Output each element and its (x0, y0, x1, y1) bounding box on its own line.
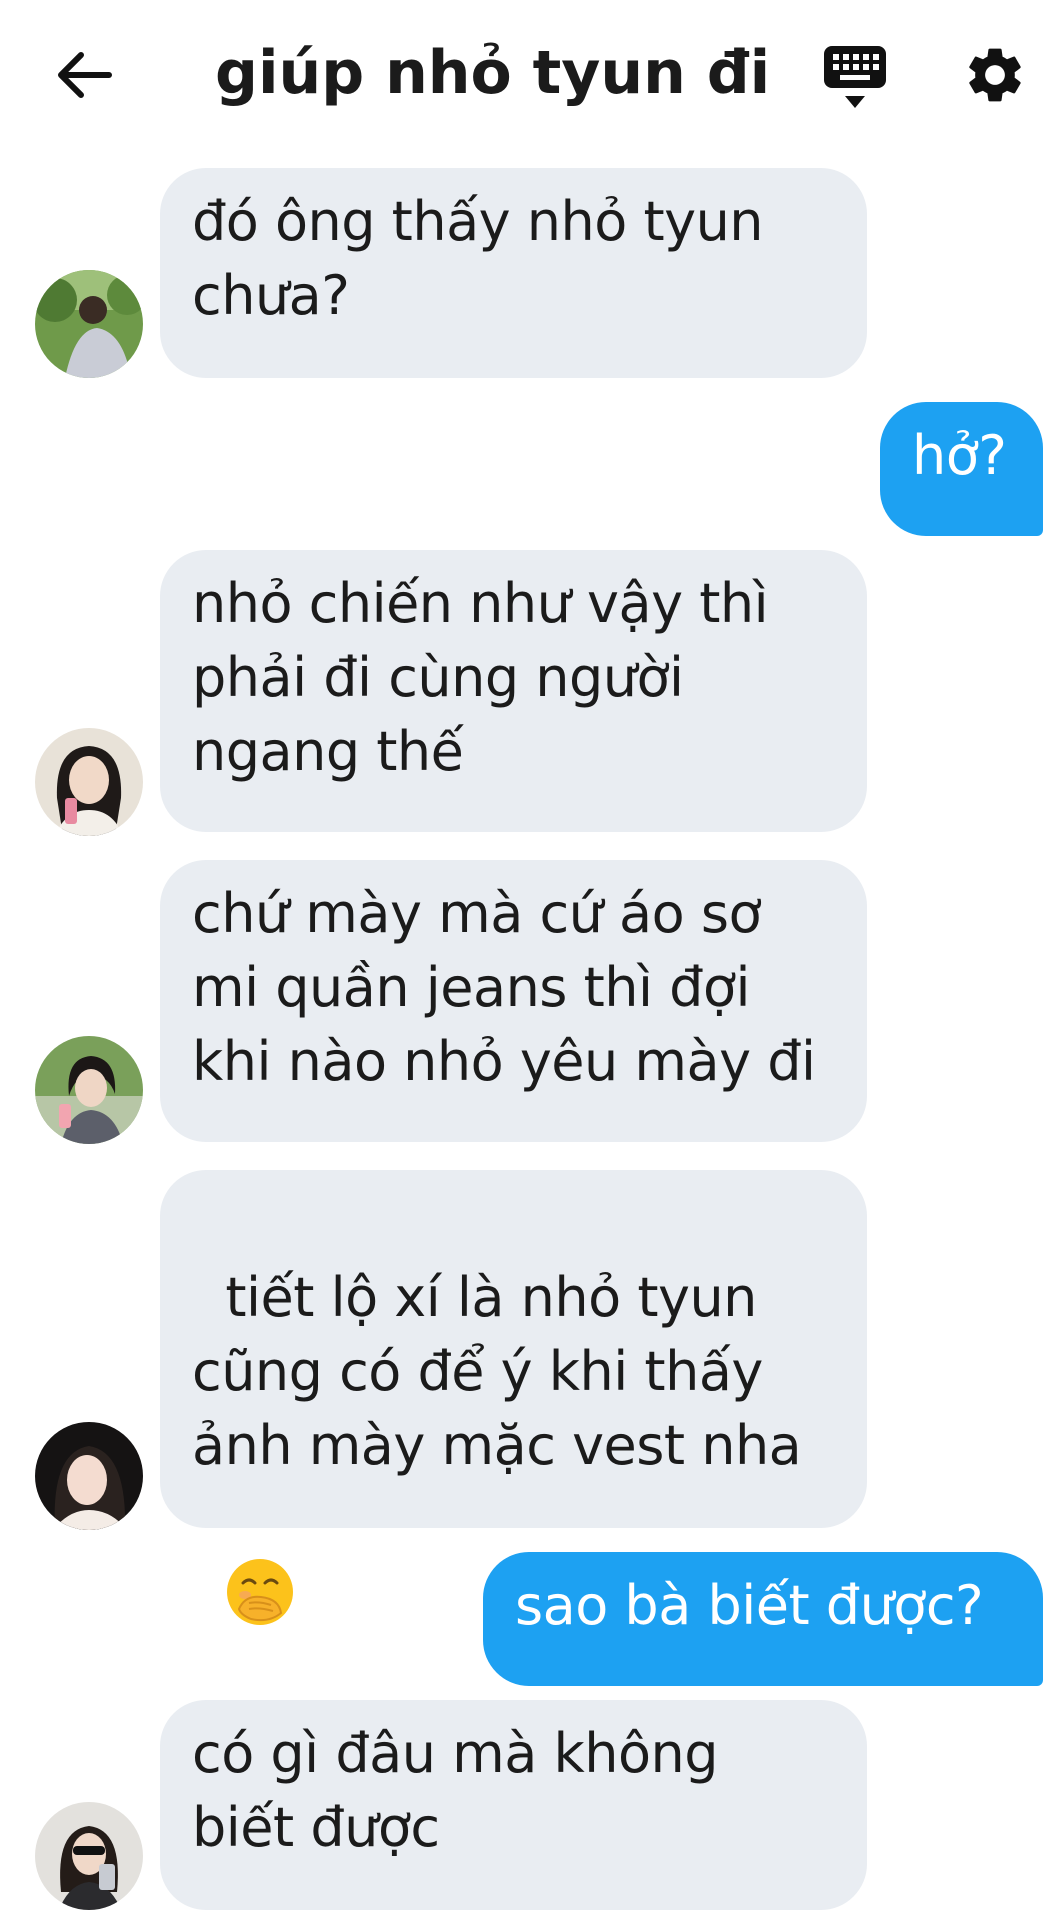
gear-icon (969, 48, 1021, 102)
face-with-hand-over-mouth-emoji (227, 1559, 294, 1625)
arrow-left-icon (58, 52, 112, 98)
chat-header: giúp nhỏ tyun đi (0, 0, 1063, 150)
message-bubble-outgoing[interactable]: sao bà biết được? (483, 1552, 1043, 1686)
message-bubble-incoming[interactable]: nhỏ chiến như vậy thì phải đi cùng người… (160, 550, 867, 832)
avatar[interactable] (35, 728, 143, 836)
avatar[interactable] (35, 1422, 143, 1530)
message-bubble-incoming[interactable]: có gì đâu mà không biết được (160, 1700, 867, 1910)
avatar[interactable] (35, 270, 143, 378)
back-button[interactable] (50, 45, 120, 105)
message-bubble-incoming[interactable]: đó ông thấy nhỏ tyun chưa? (160, 168, 867, 378)
chat-title: giúp nhỏ tyun đi (215, 38, 771, 108)
avatar[interactable] (35, 1036, 143, 1144)
message-text: tiết lộ xí là nhỏ tyun cũng có để ý khi … (192, 1266, 802, 1477)
message-bubble-incoming[interactable]: chứ mày mà cứ áo sơ mi quần jeans thì đợ… (160, 860, 867, 1142)
message-bubble-incoming[interactable]: tiết lộ xí là nhỏ tyun cũng có để ý khi … (160, 1170, 867, 1625)
keyboard-button[interactable] (820, 40, 890, 115)
message-bubble-outgoing[interactable]: hở? (880, 402, 1043, 536)
avatar[interactable] (35, 1802, 143, 1910)
keyboard-icon (824, 46, 886, 108)
settings-button[interactable] (962, 42, 1028, 108)
